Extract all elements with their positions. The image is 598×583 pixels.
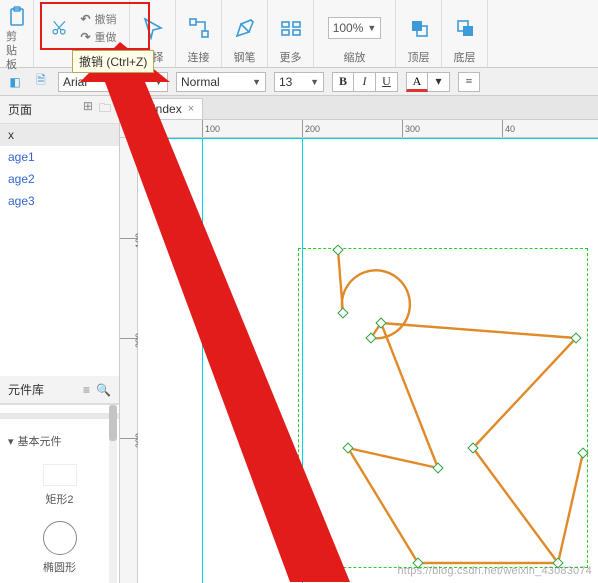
more-label: 更多 — [280, 51, 302, 65]
more-group: 更多 — [268, 0, 314, 67]
redo-arrow-icon: ↷ — [80, 30, 90, 44]
workspace: 页面 ⊞ 🗀 x age1 age2 age3 元件库 ≡ 🔍 ▾ 基本元件 — [0, 96, 598, 583]
library-panel-header: 元件库 ≡ 🔍 — [0, 376, 119, 404]
connect-group: 连接 — [176, 0, 222, 67]
chevron-down-icon: ▾ — [8, 435, 14, 448]
chevron-down-icon: ▼ — [252, 77, 261, 87]
zoom-select[interactable]: 100% ▼ — [328, 17, 382, 39]
shape-ellipse[interactable]: 椭圆形 — [8, 521, 111, 575]
undo-arrow-icon: ↶ — [80, 12, 90, 26]
sidebar: 页面 ⊞ 🗀 x age1 age2 age3 元件库 ≡ 🔍 ▾ 基本元件 — [0, 96, 120, 583]
color-buttons: A ▾ — [406, 72, 450, 92]
search-icon[interactable]: 🔍 — [96, 383, 111, 397]
ruler-corner — [120, 120, 138, 138]
back-label: 底层 — [454, 51, 476, 65]
chevron-down-icon: ▼ — [154, 77, 163, 87]
font-select[interactable]: Arial ▼ — [58, 72, 168, 92]
drawn-path[interactable] — [138, 138, 598, 583]
ruler-vertical[interactable]: 100 200 300 — [120, 138, 138, 583]
undo-button[interactable]: ↶ 撤销 — [80, 11, 116, 27]
zoom-value: 100% — [333, 21, 364, 35]
clipboard-group: 剪贴板 — [0, 0, 34, 67]
more-icon[interactable] — [278, 15, 304, 41]
font-value: Arial — [63, 75, 87, 89]
ruler-tick: 40 — [502, 120, 515, 137]
pen-icon[interactable] — [232, 15, 258, 41]
front-group: 顶层 — [396, 0, 442, 67]
zoom-label: 缩放 — [344, 51, 366, 65]
text-color-more[interactable]: ▾ — [428, 72, 450, 92]
pages-title: 页面 — [8, 101, 32, 118]
page-item[interactable]: age2 — [0, 168, 119, 190]
library-scrollbar-thumb[interactable] — [109, 405, 117, 441]
connector-icon[interactable] — [186, 15, 212, 41]
toolbar-icon-2[interactable]: 🗎 — [32, 73, 50, 91]
cursor-icon[interactable] — [140, 15, 166, 41]
bring-front-icon[interactable] — [406, 15, 432, 41]
page-item[interactable]: x — [0, 124, 119, 146]
library-body: ▾ 基本元件 矩形2 椭圆形 — [0, 404, 119, 583]
bold-button[interactable]: B — [332, 72, 354, 92]
ruler-tick: 200 — [302, 120, 320, 137]
redo-button[interactable]: ↷ 重做 — [80, 29, 116, 45]
shape-rect[interactable]: 矩形2 — [8, 463, 111, 507]
pen-group: 钢笔 — [222, 0, 268, 67]
size-value: 13 — [279, 75, 292, 89]
toolbar-icon-1[interactable]: ◧ — [6, 73, 24, 91]
weight-value: Normal — [181, 75, 220, 89]
page-item[interactable]: age1 — [0, 146, 119, 168]
list-button[interactable]: ≡ — [458, 72, 480, 92]
close-icon[interactable]: × — [188, 103, 194, 115]
folder-icon[interactable]: 🗀 — [99, 99, 111, 120]
weight-select[interactable]: Normal ▼ — [176, 72, 266, 92]
canvas-area: index × 100 200 300 40 100 200 300 — [120, 96, 598, 583]
ruler-horizontal[interactable]: 100 200 300 40 — [138, 120, 598, 138]
connect-label: 连接 — [188, 51, 210, 65]
back-group: 底层 — [442, 0, 488, 67]
library-title: 元件库 — [8, 381, 44, 398]
page-item[interactable]: age3 — [0, 190, 119, 212]
send-back-icon[interactable] — [452, 15, 478, 41]
cut-icon[interactable] — [46, 15, 72, 41]
chevron-down-icon: ▼ — [310, 77, 319, 87]
page-list: x age1 age2 age3 — [0, 124, 119, 212]
undo-label: 撤销 — [95, 11, 117, 27]
tab-index[interactable]: index × — [144, 98, 203, 119]
redo-label: 重做 — [95, 29, 117, 45]
shape-ellipse-label: 椭圆形 — [43, 559, 76, 575]
ruler-tick: 300 — [402, 120, 420, 137]
size-select[interactable]: 13 ▼ — [274, 72, 324, 92]
clipboard-label: 剪贴板 — [6, 30, 27, 72]
canvas[interactable] — [138, 138, 598, 583]
watermark: https://blog.csdn.net/weixin_43083074 — [397, 565, 592, 577]
style-buttons: B I U — [332, 72, 398, 92]
underline-button[interactable]: U — [376, 72, 398, 92]
paste-icon[interactable] — [4, 4, 30, 30]
add-page-icon[interactable]: ⊞ — [83, 99, 93, 120]
front-label: 顶层 — [408, 51, 430, 65]
shape-rect-label: 矩形2 — [45, 491, 73, 507]
italic-button[interactable]: I — [354, 72, 376, 92]
tab-strip: index × — [120, 96, 598, 120]
pen-label: 钢笔 — [234, 51, 256, 65]
undo-tooltip: 撤销 (Ctrl+Z) — [72, 50, 154, 73]
library-menu-icon[interactable]: ≡ — [83, 383, 90, 397]
library-category[interactable]: ▾ 基本元件 — [8, 433, 111, 449]
ruler-tick: 100 — [202, 120, 220, 137]
text-color-button[interactable]: A — [406, 72, 428, 92]
zoom-group: 100% ▼ 缩放 — [314, 0, 396, 67]
tab-label: index — [153, 102, 182, 116]
pages-panel-header: 页面 ⊞ 🗀 — [0, 96, 119, 124]
chevron-down-icon: ▼ — [367, 23, 376, 33]
